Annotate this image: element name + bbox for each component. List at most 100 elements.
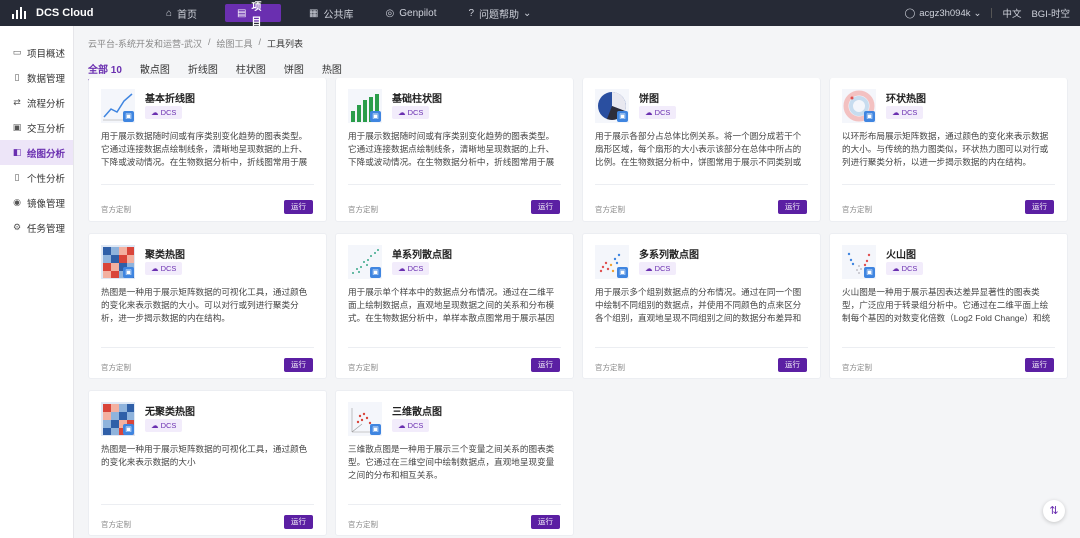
org-name[interactable]: BGI-时空	[1031, 6, 1070, 20]
chart-badge-icon: ▣	[123, 267, 134, 278]
sidebar-item-data[interactable]: ▯ 数据管理	[0, 65, 73, 90]
tag-label: DCS	[407, 108, 424, 117]
sidebar-item-label: 镜像管理	[27, 198, 66, 210]
tag-label: DCS	[901, 108, 918, 117]
tool-card[interactable]: ▣ 聚类热图 ☁ DCS 热图是一种用于展示矩阵数据的可视化工具，通过颜色的变化…	[88, 233, 327, 379]
nav-home-label: 首页	[177, 9, 198, 21]
user-area: ◯ acgz3h094k ⌄ 中文 BGI-时空	[905, 0, 1080, 26]
tool-card[interactable]: ▣ 基础柱状图 ☁ DCS 用于展示数据随时间或有序类别变化趋势的图表类型。它通…	[335, 78, 574, 222]
tool-card[interactable]: ▣ 饼图 ☁ DCS 用于展示各部分占总体比例关系。将一个圆分成若干个扇形区域，…	[582, 78, 821, 222]
tool-card[interactable]: ▣ 三维散点图 ☁ DCS 三维散点图是一种用于展示三个变量之间关系的图表类型。…	[335, 390, 574, 536]
tag-label: DCS	[160, 264, 177, 273]
breadcrumb-item[interactable]: 绘图工具	[217, 37, 253, 50]
tool-card[interactable]: ▣ 火山图 ☁ DCS 火山图是一种用于展示基因表达差异显著性的图表类型，广泛应…	[829, 233, 1068, 379]
run-button[interactable]: 运行	[284, 515, 313, 529]
tag-label: DCS	[654, 108, 671, 117]
sort-icon: ⇅	[1049, 505, 1059, 517]
3d-scatter-thumbnail: ▣	[348, 402, 382, 436]
run-button[interactable]: 运行	[531, 515, 560, 529]
nav-library[interactable]: ▦ 公共库	[297, 4, 365, 22]
run-button[interactable]: 运行	[531, 200, 560, 214]
card-title: 火山图	[886, 250, 916, 261]
chart-badge-icon: ▣	[123, 424, 134, 435]
overview-icon: ▭	[12, 47, 22, 57]
card-title: 饼图	[639, 94, 659, 105]
user-menu[interactable]: acgz3h094k ⌄	[919, 8, 981, 19]
run-button[interactable]: 运行	[778, 200, 807, 214]
dcs-tag: ☁ DCS	[639, 262, 677, 275]
official-label: 官方定制	[101, 363, 131, 372]
official-label: 官方定制	[595, 205, 625, 214]
cloud-icon: ☁	[398, 264, 406, 273]
genpilot-icon: ◎	[385, 7, 395, 19]
sidebar-item-overview[interactable]: ▭ 项目概述	[0, 40, 73, 65]
chart-badge-icon: ▣	[370, 424, 381, 435]
breadcrumb: 云平台-系统开发和运营-武汉 / 绘图工具 / 工具列表	[88, 37, 309, 50]
sidebar-item-image[interactable]: ◉ 镜像管理	[0, 190, 73, 215]
breadcrumb-item[interactable]: 云平台-系统开发和运营-武汉	[88, 37, 202, 50]
card-divider	[348, 504, 561, 505]
dcs-tag: ☁ DCS	[145, 262, 183, 275]
language-switch[interactable]: 中文	[1002, 6, 1021, 20]
nav-project-label: 项目	[251, 2, 262, 28]
run-button[interactable]: 运行	[1025, 200, 1054, 214]
tool-card[interactable]: ▣ 无聚类热图 ☁ DCS 热图是一种用于展示矩阵数据的可视化工具，通过颜色的变…	[88, 390, 327, 536]
sidebar-item-interactive[interactable]: ▣ 交互分析	[0, 115, 73, 140]
sidebar-item-label: 流程分析	[27, 98, 66, 110]
tool-card[interactable]: ▣ 单系列散点图 ☁ DCS 用于展示单个样本中的数据点分布情况。通过在二维平面…	[335, 233, 574, 379]
user-icon: ◯	[904, 7, 916, 19]
nav-project[interactable]: ▤ 项目	[225, 2, 282, 28]
card-divider	[348, 184, 561, 185]
cloud-icon: ☁	[398, 108, 406, 117]
chevron-down-icon: ⌄	[523, 7, 532, 19]
official-label: 官方定制	[348, 363, 378, 372]
sidebar-item-tasks[interactable]: ⚙ 任务管理	[0, 215, 73, 240]
card-divider	[101, 504, 314, 505]
run-button[interactable]: 运行	[778, 358, 807, 372]
run-button[interactable]: 运行	[531, 358, 560, 372]
dcs-tag: ☁ DCS	[392, 262, 430, 275]
breadcrumb-separator: /	[258, 37, 262, 47]
chart-badge-icon: ▣	[617, 111, 628, 122]
dcs-tag: ☁ DCS	[886, 106, 924, 119]
tool-card[interactable]: ▣ 基本折线图 ☁ DCS 用于展示数据随时间或有序类别变化趋势的图表类型。它通…	[88, 78, 327, 222]
sidebar-item-label: 项目概述	[27, 48, 66, 60]
help-icon: ?	[468, 7, 475, 19]
official-label: 官方定制	[101, 205, 131, 214]
official-label: 官方定制	[842, 205, 872, 214]
nav-home[interactable]: ⌂ 首页	[154, 4, 209, 22]
sidebar-item-workflow[interactable]: ⇄ 流程分析	[0, 90, 73, 115]
cloud-icon: ☁	[892, 108, 900, 117]
run-button[interactable]: 运行	[1025, 358, 1054, 372]
run-button[interactable]: 运行	[284, 358, 313, 372]
card-divider	[842, 184, 1055, 185]
app-logo[interactable]: DCS Cloud	[0, 7, 140, 19]
card-description: 用于展示单个样本中的数据点分布情况。通过在二维平面上绘制数据点，直观地呈现数据之…	[348, 287, 555, 323]
cloud-icon: ☁	[151, 264, 159, 273]
card-description: 热图是一种用于展示矩阵数据的可视化工具，通过颜色的变化来表示数据的大小	[101, 444, 308, 467]
bar-chart-thumbnail: ▣	[348, 89, 382, 123]
dcs-tag: ☁ DCS	[392, 419, 430, 432]
run-button[interactable]: 运行	[284, 200, 313, 214]
dcs-tag: ☁ DCS	[145, 419, 183, 432]
dcs-tag: ☁ DCS	[145, 106, 183, 119]
cloud-icon: ☁	[645, 264, 653, 273]
gear-icon: ⚙	[12, 222, 22, 232]
card-description: 以环形布局展示矩阵数据，通过颜色的变化来表示数据的大小。与传统的热力图类似，环状…	[842, 131, 1049, 167]
sidebar-item-custom[interactable]: ▯ 个性分析	[0, 165, 73, 190]
nav-genpilot[interactable]: ◎ Genpilot	[374, 4, 449, 22]
logo-icon	[12, 7, 30, 19]
clustered-heatmap-thumbnail: ▣	[101, 245, 135, 279]
card-description: 火山图是一种用于展示基因表达差异显著性的图表类型，广泛应用于转录组分析中。它通过…	[842, 287, 1051, 323]
tool-card[interactable]: ▣ 多系列散点图 ☁ DCS 用于展示多个组别数据点的分布情况。通过在同一个图中…	[582, 233, 821, 379]
sort-float-button[interactable]: ⇅	[1043, 500, 1065, 522]
sidebar-item-plotting[interactable]: ◧ 绘图分析	[0, 140, 73, 165]
tag-label: DCS	[901, 264, 918, 273]
circular-heatmap-thumbnail: ▣	[842, 89, 876, 123]
divider	[991, 8, 993, 18]
card-description: 用于展示各部分占总体比例关系。将一个圆分成若干个扇形区域，每个扇形的大小表示该部…	[595, 131, 802, 167]
user-name: acgz3h094k	[919, 7, 971, 19]
nav-help[interactable]: ? 问题帮助 ⌄	[456, 4, 543, 22]
tool-card[interactable]: ▣ 环状热图 ☁ DCS 以环形布局展示矩阵数据，通过颜色的变化来表示数据的大小…	[829, 78, 1068, 222]
project-icon: ▤	[237, 7, 247, 19]
